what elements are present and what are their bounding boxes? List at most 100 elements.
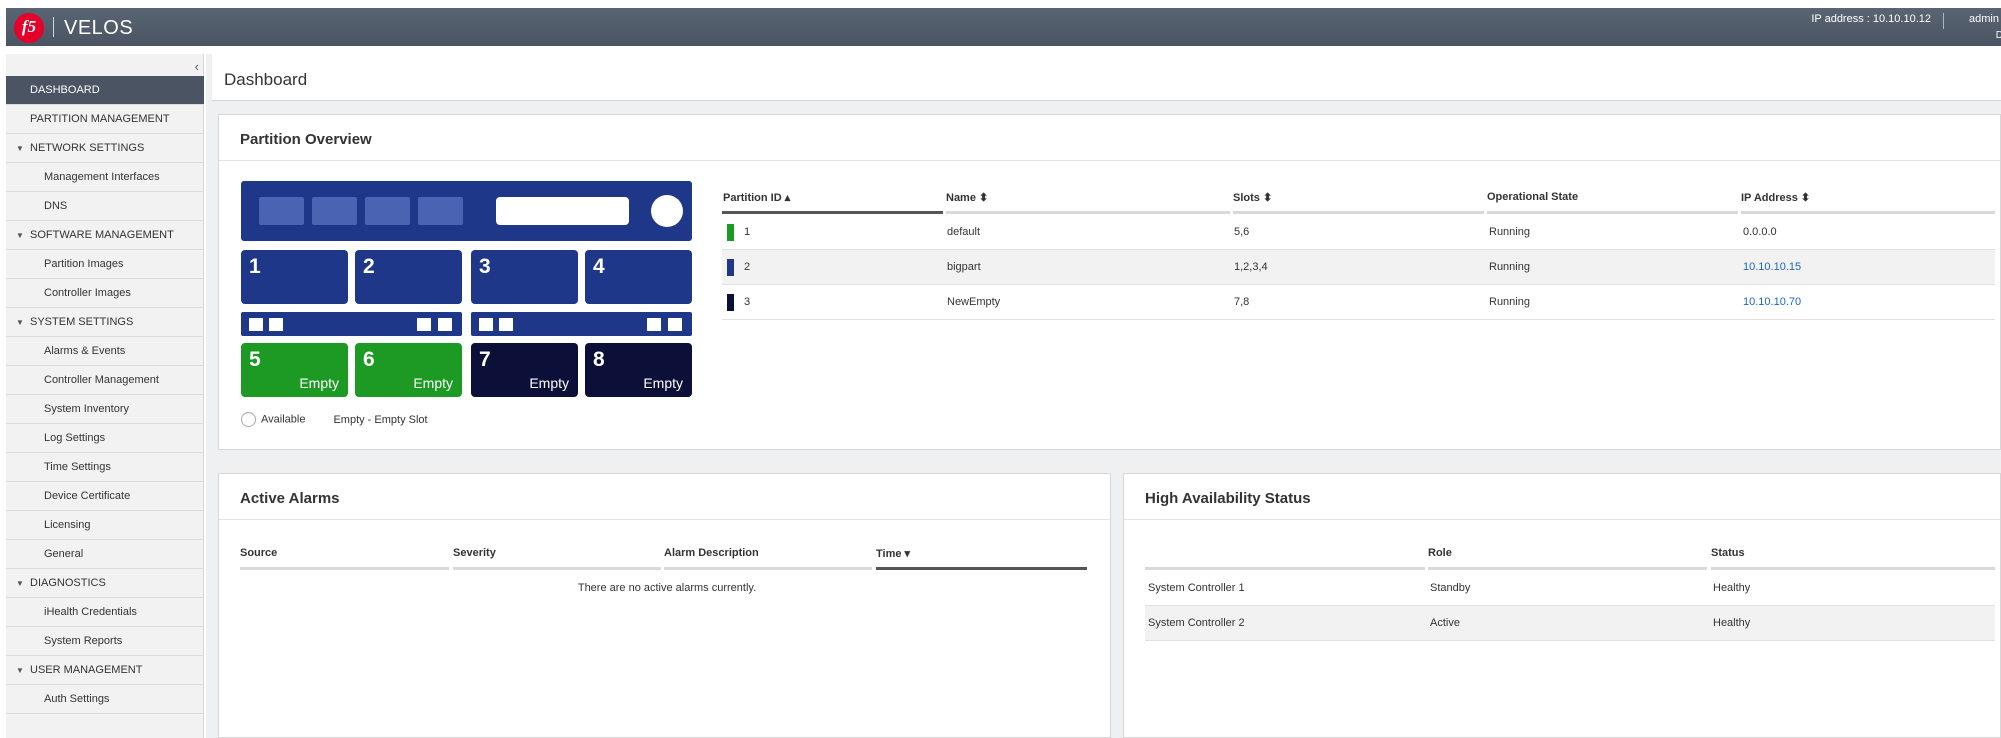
cell-state: Running xyxy=(1489,296,1530,308)
caret-down-icon: ▼ xyxy=(16,579,24,588)
slot-state: Empty xyxy=(413,375,453,391)
ip-link[interactable]: 10.10.10.70 xyxy=(1743,296,1801,308)
sidebar-item-label: Log Settings xyxy=(44,432,106,444)
sidebar-item-controller-management[interactable]: Controller Management xyxy=(6,366,204,395)
col-operational-state: Operational State xyxy=(1487,191,1579,203)
col-rule xyxy=(1741,211,1995,214)
active-alarms-panel: Active Alarms Source Severity Alarm Desc… xyxy=(218,473,1111,738)
sidebar-item-ihealth-credentials[interactable]: iHealth Credentials xyxy=(6,598,204,627)
col-slots[interactable]: Slots ⬍ xyxy=(1233,191,1272,204)
available-circle-icon xyxy=(241,412,256,427)
cell-name: bigpart xyxy=(947,261,981,273)
port-icon xyxy=(647,318,661,331)
sidebar-item-general[interactable]: General xyxy=(6,540,204,569)
sidebar-item-label: SOFTWARE MANAGEMENT xyxy=(30,229,174,241)
power-button-icon xyxy=(651,195,683,227)
sidebar-item-log-settings[interactable]: Log Settings xyxy=(6,424,204,453)
col-name[interactable]: Name ⬍ xyxy=(946,191,988,204)
sidebar-item-time-settings[interactable]: Time Settings xyxy=(6,453,204,482)
sidebar-item-dashboard[interactable]: DASHBOARD xyxy=(6,76,204,105)
col-severity[interactable]: Severity xyxy=(453,547,496,559)
sidebar-item-label: PARTITION MANAGEMENT xyxy=(30,113,170,125)
f5-logo[interactable]: f5 xyxy=(14,13,44,43)
sidebar-section-user-management[interactable]: ▼ USER MANAGEMENT xyxy=(6,656,204,685)
sidebar-item-label: DIAGNOSTICS xyxy=(30,577,106,589)
sort-indicator xyxy=(876,567,1087,570)
sidebar-item-system-inventory[interactable]: System Inventory xyxy=(6,395,204,424)
col-alarm-description[interactable]: Alarm Description xyxy=(664,547,759,559)
sidebar-item-partition-management[interactable]: PARTITION MANAGEMENT xyxy=(6,105,204,134)
panel-divider xyxy=(1124,519,2000,520)
sidebar-section-software-management[interactable]: ▼ SOFTWARE MANAGEMENT xyxy=(6,221,204,250)
top-header-bar: f5 VELOS IP address : 10.10.10.12 admin … xyxy=(6,8,2001,46)
sidebar-item-label: DASHBOARD xyxy=(30,84,100,96)
fan-module xyxy=(259,197,304,225)
sidebar-section-diagnostics[interactable]: ▼ DIAGNOSTICS xyxy=(6,569,204,598)
sort-indicator xyxy=(722,211,943,214)
sidebar-item-dns[interactable]: DNS xyxy=(6,192,204,221)
app-name: VELOS xyxy=(64,17,134,39)
header-divider xyxy=(1943,13,1944,29)
slot-state: Empty xyxy=(299,375,339,391)
sidebar-item-device-certificate[interactable]: Device Certificate xyxy=(6,482,204,511)
blade-slot-7[interactable]: 7 Empty xyxy=(471,343,578,397)
sidebar-item-label: Partition Images xyxy=(44,258,124,270)
ip-link[interactable]: 10.10.10.15 xyxy=(1743,261,1801,273)
table-header: Source Severity Alarm Description Time ▾ xyxy=(240,537,1094,571)
slot-number: 5 xyxy=(249,348,261,371)
col-partition-id[interactable]: Partition ID ▴ xyxy=(723,191,790,204)
cell-name: NewEmpty xyxy=(947,296,1001,308)
col-time[interactable]: Time ▾ xyxy=(876,547,910,560)
logo-divider xyxy=(53,17,54,37)
col-rule xyxy=(240,567,449,570)
sidebar-nav: DASHBOARD PARTITION MANAGEMENT ▼ NETWORK SE… xyxy=(6,76,204,714)
table-row[interactable]: 2 bigpart 1,2,3,4 Running 10.10.10.15 xyxy=(722,250,1995,285)
table-row[interactable]: 1 default 5,6 Running 0.0.0.0 xyxy=(722,215,1995,250)
blade-slot-4[interactable]: 4 xyxy=(585,250,692,304)
sidebar-item-controller-images[interactable]: Controller Images xyxy=(6,279,204,308)
table-header: Role Status xyxy=(1145,537,1995,571)
blade-slot-2[interactable]: 2 xyxy=(355,250,462,304)
collapse-sidebar-icon[interactable]: ‹ xyxy=(195,59,199,74)
port-icon xyxy=(438,318,452,331)
cell-controller: System Controller 1 xyxy=(1148,582,1245,594)
sidebar: ‹ DASHBOARD PARTITION MANAGEMENT ▼ NETWORK … xyxy=(6,54,204,738)
blade-slot-3[interactable]: 3 xyxy=(471,250,578,304)
slot-legend: Available Empty - Empty Slot xyxy=(241,412,428,427)
sidebar-section-system-settings[interactable]: ▼ SYSTEM SETTINGS xyxy=(6,308,204,337)
col-status: Status xyxy=(1711,547,1745,559)
user-menu[interactable]: admin xyxy=(1969,13,1999,25)
sidebar-item-licensing[interactable]: Licensing xyxy=(6,511,204,540)
blade-slot-1[interactable]: 1 xyxy=(241,250,348,304)
sidebar-item-label: Auth Settings xyxy=(44,693,110,705)
sidebar-item-partition-images[interactable]: Partition Images xyxy=(6,250,204,279)
sidebar-item-auth-settings[interactable]: Auth Settings xyxy=(6,685,204,714)
sidebar-item-label: Controller Images xyxy=(44,287,131,299)
sidebar-item-management-interfaces[interactable]: Management Interfaces xyxy=(6,163,204,192)
sidebar-item-label: Licensing xyxy=(44,519,91,531)
caret-down-icon: ▼ xyxy=(16,666,24,675)
blade-slot-5[interactable]: 5 Empty xyxy=(241,343,348,397)
slot-number: 7 xyxy=(479,348,491,371)
sidebar-item-system-reports[interactable]: System Reports xyxy=(6,627,204,656)
ha-status-title: High Availability Status xyxy=(1145,490,1311,507)
sidebar-section-network-settings[interactable]: ▼ NETWORK SETTINGS xyxy=(6,134,204,163)
no-alarms-message: There are no active alarms currently. xyxy=(577,582,757,594)
blade-slot-6[interactable]: 6 Empty xyxy=(355,343,462,397)
cell-slots: 5,6 xyxy=(1234,226,1250,238)
sidebar-item-label: System Inventory xyxy=(44,403,129,415)
sidebar-item-alarms-events[interactable]: Alarms & Events xyxy=(6,337,204,366)
user-sub-label: D xyxy=(1995,30,2001,41)
col-source[interactable]: Source xyxy=(240,547,277,559)
slot-state: Empty xyxy=(529,375,569,391)
table-row[interactable]: 3 NewEmpty 7,8 Running 10.10.10.70 xyxy=(722,285,1995,320)
page-title: Dashboard xyxy=(224,70,308,89)
sidebar-item-label: General xyxy=(44,548,84,560)
slot-number: 3 xyxy=(479,255,491,278)
cell-partition-id: 3 xyxy=(744,296,751,308)
chassis-top xyxy=(241,181,692,241)
blade-slot-8[interactable]: 8 Empty xyxy=(585,343,692,397)
legend-available: Available xyxy=(261,413,306,426)
col-ip-address[interactable]: IP Address ⬍ xyxy=(1741,191,1810,204)
col-rule xyxy=(664,567,872,570)
